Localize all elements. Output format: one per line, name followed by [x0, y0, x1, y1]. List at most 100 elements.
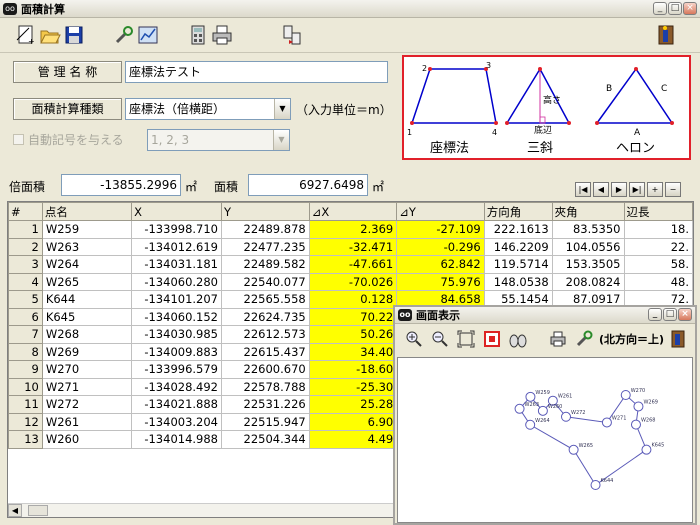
table-cell[interactable]: 22477.235 — [221, 237, 310, 256]
table-cell[interactable]: 5 — [8, 290, 43, 309]
add-record-button[interactable]: + — [647, 182, 663, 197]
table-row[interactable]: 4 W265 -134060.280 22540.077 -70.026 75.976 14… — [8, 272, 693, 291]
table-cell[interactable]: -134009.883 — [131, 342, 222, 361]
table-cell[interactable]: 62.842 — [396, 255, 485, 274]
table-row[interactable]: 1 W259 -133998.710 22489.878 2.369 -27.109 222… — [8, 220, 693, 239]
table-cell[interactable]: -133998.710 — [131, 220, 222, 239]
binoculars-icon[interactable] — [507, 328, 529, 350]
chevron-down-icon[interactable]: ▼ — [273, 130, 289, 150]
plot-point[interactable] — [590, 480, 601, 490]
column-header[interactable]: X — [131, 202, 222, 221]
table-cell[interactable]: 4.49 — [308, 430, 398, 449]
table-cell[interactable]: 22540.077 — [221, 272, 310, 291]
table-cell[interactable]: 22624.735 — [221, 307, 310, 326]
table-cell[interactable]: W269 — [41, 342, 133, 361]
table-cell[interactable]: K644 — [41, 290, 133, 309]
table-cell[interactable]: 22615.437 — [221, 342, 310, 361]
area-icon[interactable] — [481, 328, 503, 350]
auto-symbol-select[interactable]: 1, 2, 3 ▼ — [147, 129, 290, 151]
table-cell[interactable]: -134101.207 — [131, 290, 222, 309]
zoom-in-icon[interactable] — [403, 328, 425, 350]
table-cell[interactable]: 2.369 — [308, 220, 398, 239]
table-cell[interactable]: -27.109 — [396, 220, 485, 239]
table-cell[interactable]: 75.976 — [396, 272, 485, 291]
table-row[interactable]: 3 W264 -134031.181 22489.582 -47.661 62.842 11… — [8, 255, 693, 274]
plot-point[interactable] — [620, 390, 631, 400]
table-cell[interactable]: 10 — [8, 377, 43, 396]
column-header[interactable]: # — [8, 202, 43, 221]
table-cell[interactable]: -47.661 — [308, 255, 398, 274]
table-cell[interactable]: 208.0824 — [551, 272, 625, 291]
exit-icon[interactable] — [654, 23, 678, 47]
table-cell[interactable]: -134060.152 — [131, 307, 222, 326]
sub-close-button[interactable]: × — [678, 308, 692, 321]
table-cell[interactable]: -32.471 — [308, 237, 398, 256]
table-cell[interactable]: W268 — [41, 325, 133, 344]
auto-symbol-checkbox[interactable] — [13, 134, 24, 145]
table-cell[interactable]: 50.26 — [308, 325, 398, 344]
table-cell[interactable]: -25.30 — [308, 377, 398, 396]
table-cell[interactable]: -134021.888 — [131, 395, 222, 414]
table-cell[interactable]: 153.3505 — [551, 255, 625, 274]
table-cell[interactable]: 13 — [8, 430, 43, 449]
table-cell[interactable]: 22515.947 — [221, 412, 310, 431]
table-cell[interactable]: 104.0556 — [551, 237, 625, 256]
table-cell[interactable]: 9 — [8, 360, 43, 379]
plot-point[interactable] — [525, 419, 536, 430]
chevron-down-icon[interactable]: ▼ — [274, 99, 290, 119]
table-cell[interactable]: -70.026 — [308, 272, 398, 291]
next-record-button[interactable]: ▶ — [611, 182, 627, 197]
table-cell[interactable]: W270 — [41, 360, 133, 379]
plot-point[interactable] — [537, 405, 548, 416]
table-cell[interactable]: 83.5350 — [551, 220, 625, 239]
table-cell[interactable]: 22504.344 — [221, 430, 310, 449]
scroll-left-icon[interactable]: ◀ — [8, 504, 22, 517]
remove-record-button[interactable]: − — [665, 182, 681, 197]
table-cell[interactable]: -134031.181 — [131, 255, 222, 274]
table-cell[interactable]: 58. — [623, 255, 693, 274]
plot-point[interactable] — [641, 444, 652, 455]
sub-exit-icon[interactable] — [667, 328, 689, 350]
table-cell[interactable]: 222.1613 — [483, 220, 553, 239]
save-icon[interactable] — [62, 23, 86, 47]
table-cell[interactable]: -134028.492 — [131, 377, 222, 396]
table-cell[interactable]: -134014.988 — [131, 430, 222, 449]
table-cell[interactable]: W271 — [41, 377, 133, 396]
column-header[interactable]: 点名 — [41, 202, 133, 221]
table-cell[interactable]: 4 — [8, 272, 43, 291]
column-header[interactable]: 夾角 — [551, 202, 625, 221]
table-cell[interactable]: 6 — [8, 307, 43, 326]
sub-wrench-icon[interactable] — [573, 328, 595, 350]
wrench-icon[interactable] — [112, 23, 136, 47]
table-row[interactable]: 2 W263 -134012.619 22477.235 -32.471 -0.296 14… — [8, 237, 693, 256]
table-cell[interactable]: 22578.788 — [221, 377, 310, 396]
plot-point[interactable] — [568, 444, 579, 455]
table-cell[interactable]: 22. — [623, 237, 693, 256]
table-cell[interactable]: 11 — [8, 395, 43, 414]
table-cell[interactable]: W259 — [41, 220, 133, 239]
printer-icon[interactable] — [210, 23, 234, 47]
zoom-out-icon[interactable] — [429, 328, 451, 350]
table-cell[interactable]: 148.0538 — [483, 272, 553, 291]
table-cell[interactable]: 22489.582 — [221, 255, 310, 274]
table-cell[interactable]: 7 — [8, 325, 43, 344]
table-cell[interactable]: K645 — [41, 307, 133, 326]
column-header[interactable]: 辺長 — [623, 202, 693, 221]
last-record-button[interactable]: ▶| — [629, 182, 645, 197]
table-cell[interactable]: 34.40 — [308, 342, 398, 361]
table-cell[interactable]: W272 — [41, 395, 133, 414]
table-cell[interactable]: -134060.280 — [131, 272, 222, 291]
plot-point[interactable] — [633, 401, 644, 412]
table-cell[interactable]: 0.128 — [308, 290, 398, 309]
plot-point[interactable] — [525, 391, 536, 402]
table-cell[interactable]: 18. — [623, 220, 693, 239]
minimize-button[interactable]: _ — [653, 2, 667, 15]
chart-icon[interactable] — [136, 23, 160, 47]
table-cell[interactable]: 3 — [8, 255, 43, 274]
table-cell[interactable]: W264 — [41, 255, 133, 274]
column-header[interactable]: ⊿Y — [396, 202, 485, 221]
table-cell[interactable]: 22489.878 — [221, 220, 310, 239]
table-cell[interactable]: 146.2209 — [483, 237, 553, 256]
prev-record-button[interactable]: ◀ — [593, 182, 609, 197]
table-cell[interactable]: W261 — [41, 412, 133, 431]
